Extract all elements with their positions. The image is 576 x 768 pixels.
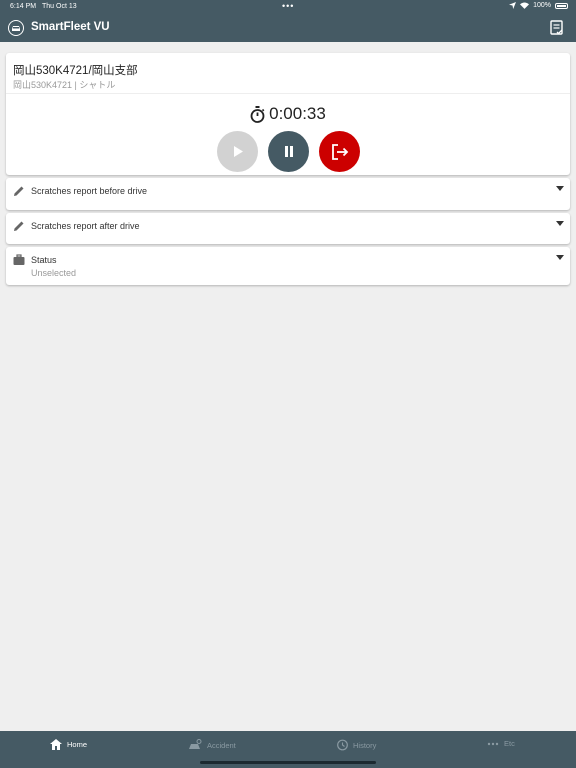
car-icon: [8, 20, 24, 36]
section-label: Scratches report after drive: [31, 221, 140, 231]
nav-label: Etc: [504, 739, 515, 748]
chevron-down-icon[interactable]: [556, 255, 564, 260]
accident-icon: [189, 739, 202, 749]
vehicle-card: 岡山530K4721/岡山支部 岡山530K4721 | シャトル 0:00:3…: [6, 53, 570, 175]
scratches-before-section[interactable]: Scratches report before drive: [6, 178, 570, 210]
play-icon: [233, 146, 243, 157]
nav-history[interactable]: History: [336, 739, 376, 751]
vehicle-subtitle: 岡山530K4721 | シャトル: [13, 80, 116, 90]
more-icon: [487, 742, 499, 745]
status-bar: 6:14 PM Thu Oct 13 ••• 100%: [0, 0, 576, 14]
vehicle-title: 岡山530K4721/岡山支部: [13, 65, 138, 77]
status-value: Unselected: [31, 268, 77, 278]
nav-label: Home: [67, 740, 88, 749]
app-title: SmartFleet VU: [31, 21, 110, 33]
history-icon: [337, 739, 348, 751]
nav-etc[interactable]: Etc: [487, 739, 515, 748]
stopwatch-icon: [250, 105, 265, 123]
checklist-icon[interactable]: [550, 20, 564, 36]
battery-percent: 100%: [533, 2, 551, 9]
home-icon: [50, 739, 62, 750]
chevron-down-icon[interactable]: [556, 186, 564, 191]
app-header: 6:14 PM Thu Oct 13 ••• 100% SmartFleet V…: [0, 0, 576, 42]
pause-button[interactable]: [268, 131, 309, 172]
wifi-icon: [520, 2, 530, 9]
pause-icon: [284, 146, 293, 157]
location-icon: [509, 2, 517, 9]
nav-home[interactable]: Home: [50, 739, 87, 750]
nav-label: History: [353, 740, 377, 750]
status-section[interactable]: Status Unselected: [6, 247, 570, 285]
battery-icon: [555, 2, 568, 9]
home-indicator[interactable]: [200, 761, 376, 764]
timer: 0:00:33: [6, 104, 570, 124]
nav-accident[interactable]: Accident: [188, 739, 236, 751]
pencil-icon: [14, 186, 24, 196]
exit-icon: [331, 143, 348, 160]
status-time: 6:14 PM: [10, 3, 37, 10]
chevron-down-icon[interactable]: [556, 221, 564, 226]
briefcase-icon: [13, 254, 25, 265]
section-label: Scratches report before drive: [31, 186, 148, 196]
status-indicators: 100%: [509, 2, 568, 9]
status-date: Thu Oct 13: [42, 3, 77, 10]
pencil-icon: [14, 221, 24, 231]
section-label: Status: [31, 255, 57, 265]
nav-label: Accident: [207, 740, 236, 750]
multitasking-dots[interactable]: •••: [282, 1, 294, 11]
timer-value: 0:00:33: [269, 104, 326, 123]
play-button[interactable]: [217, 131, 258, 172]
divider: [6, 93, 570, 94]
scratches-after-section[interactable]: Scratches report after drive: [6, 213, 570, 244]
exit-button[interactable]: [319, 131, 360, 172]
